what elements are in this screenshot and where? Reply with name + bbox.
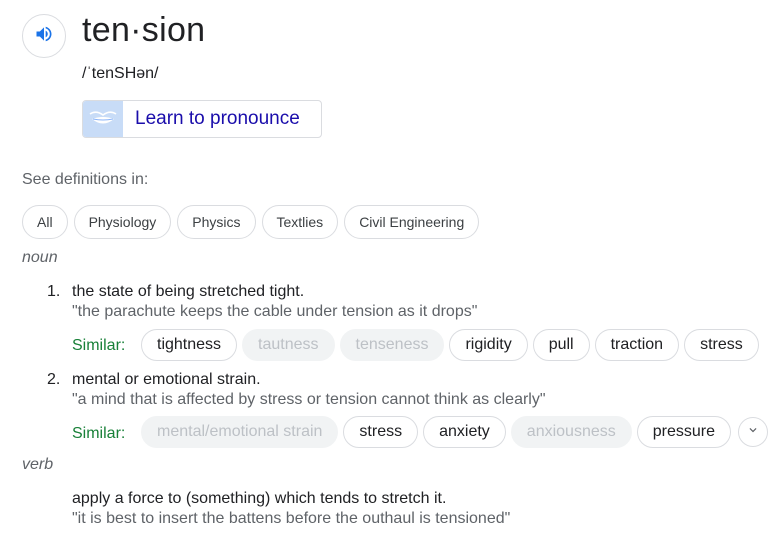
part-of-speech-noun: noun bbox=[22, 249, 58, 266]
see-definitions-label: See definitions in: bbox=[22, 171, 149, 188]
similar-words-row: tightness tautness tenseness rigidity pu… bbox=[141, 329, 759, 361]
chevron-down-icon bbox=[746, 423, 760, 442]
play-pronunciation-button[interactable] bbox=[22, 14, 66, 58]
headword: ten·sion bbox=[82, 11, 206, 49]
definition-text: mental or emotional strain. bbox=[72, 371, 261, 388]
example-sentence: "the parachute keeps the cable under ten… bbox=[72, 303, 478, 320]
similar-chip[interactable]: stress bbox=[343, 416, 419, 448]
category-chip-physiology[interactable]: Physiology bbox=[73, 205, 172, 239]
sense-number: 2. bbox=[47, 371, 61, 388]
learn-to-pronounce-label: Learn to pronounce bbox=[135, 108, 300, 129]
category-chip-all[interactable]: All bbox=[22, 205, 68, 239]
example-sentence: "a mind that is affected by stress or te… bbox=[72, 391, 546, 408]
sense-number: 1. bbox=[47, 283, 61, 300]
similar-chip[interactable]: anxiety bbox=[423, 416, 506, 448]
mouth-icon bbox=[83, 101, 123, 137]
similar-chip[interactable]: anxiousness bbox=[510, 416, 632, 448]
similar-chip[interactable]: traction bbox=[594, 329, 680, 361]
similar-chip[interactable]: pull bbox=[532, 329, 590, 361]
similar-chip[interactable]: stress bbox=[684, 329, 759, 361]
similar-chip[interactable]: pressure bbox=[636, 416, 731, 448]
similar-label: Similar: bbox=[72, 425, 126, 442]
similar-chip[interactable]: tautness bbox=[242, 329, 335, 361]
category-chip-civil-engineering[interactable]: Civil Engineering bbox=[344, 205, 480, 239]
definition-text: the state of being stretched tight. bbox=[72, 283, 305, 300]
speaker-icon bbox=[34, 24, 54, 49]
category-chip-physics[interactable]: Physics bbox=[177, 205, 256, 239]
similar-label: Similar: bbox=[72, 337, 126, 354]
learn-to-pronounce-button[interactable]: Learn to pronounce bbox=[82, 100, 322, 138]
part-of-speech-verb: verb bbox=[22, 456, 54, 473]
similar-chip[interactable]: mental/emotional strain bbox=[141, 416, 339, 448]
definition-category-chips: All Physiology Physics Textlies Civil En… bbox=[22, 205, 480, 239]
category-chip-textlies[interactable]: Textlies bbox=[261, 205, 339, 239]
similar-chip[interactable]: tightness bbox=[141, 329, 238, 361]
similar-words-row: mental/emotional strain stress anxiety a… bbox=[141, 416, 768, 448]
similar-chip[interactable]: tenseness bbox=[339, 329, 445, 361]
definition-text: apply a force to (something) which tends… bbox=[72, 490, 447, 507]
expand-similar-button[interactable] bbox=[738, 417, 768, 447]
phonetic-spelling: /ˈtenSHən/ bbox=[82, 65, 159, 82]
example-sentence: "it is best to insert the battens before… bbox=[72, 510, 511, 527]
similar-chip[interactable]: rigidity bbox=[449, 329, 528, 361]
